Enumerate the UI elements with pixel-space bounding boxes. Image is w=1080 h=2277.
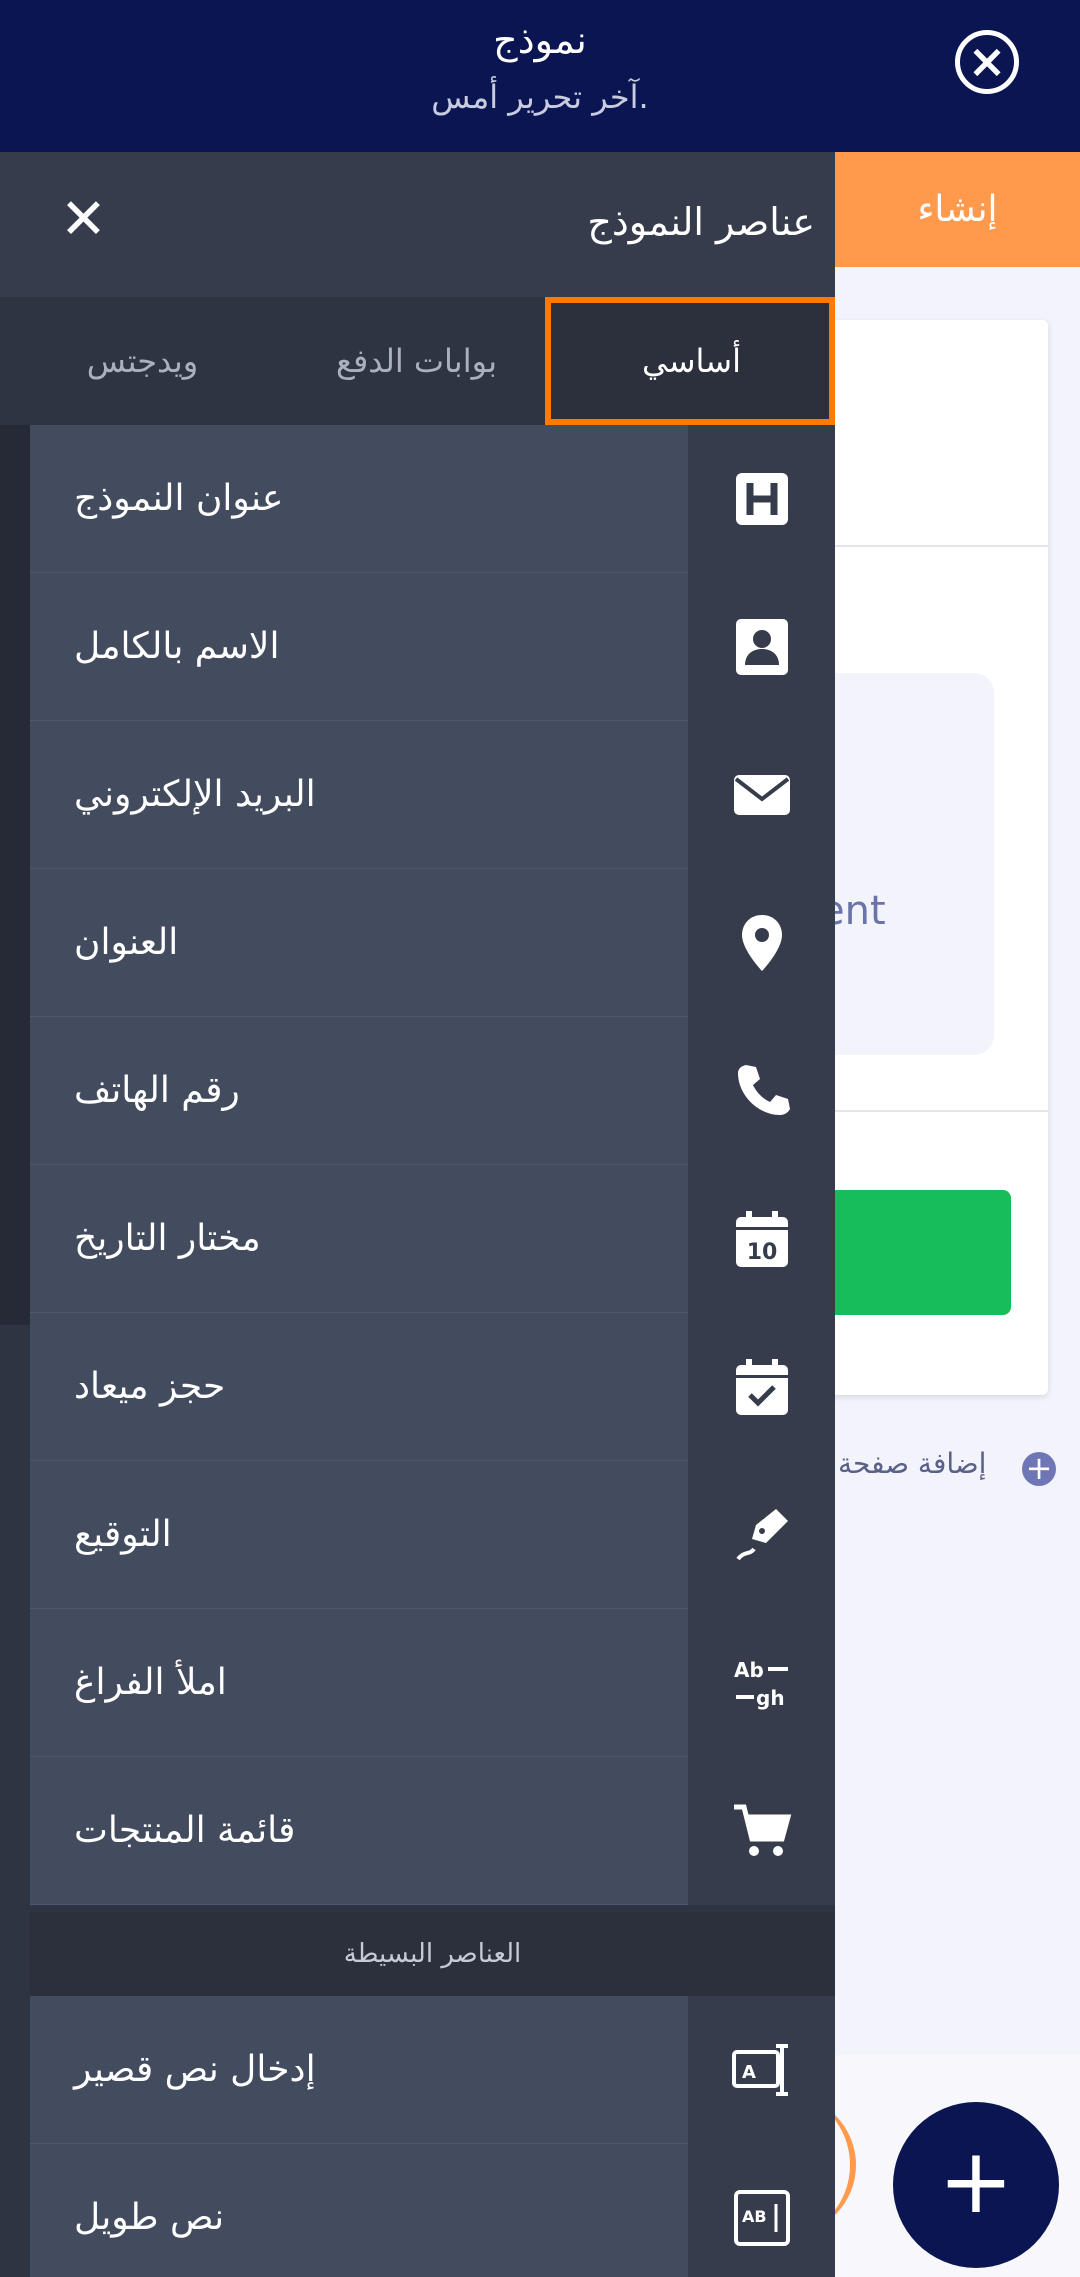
list-item-address[interactable]: العنوان (30, 869, 835, 1017)
list-item-fill-blank[interactable]: املأ الفراغ Ab gh (30, 1609, 835, 1757)
list-item-short-text[interactable]: إدخال نص قصير A (30, 1996, 835, 2144)
side-strip (0, 425, 30, 1325)
cart-icon (688, 1757, 835, 1905)
list-item-date-picker[interactable]: مختار التاريخ 10 (30, 1165, 835, 1313)
fill-blank-icon: Ab gh (688, 1609, 835, 1757)
item-label: املأ الفراغ (74, 1662, 227, 1703)
phone-icon (688, 1017, 835, 1165)
envelope-icon (688, 721, 835, 869)
item-label: البريد الإلكتروني (74, 774, 316, 815)
create-tab-label: إنشاء (917, 189, 998, 230)
item-label: مختار التاريخ (74, 1218, 261, 1259)
calendar-10-icon: 10 (688, 1165, 835, 1313)
section-header-simple-elements: العناصر البسيطة (30, 1912, 835, 1996)
list-item-email[interactable]: البريد الإلكتروني (30, 721, 835, 869)
signature-pen-icon (688, 1461, 835, 1609)
svg-text:A: A (742, 2062, 756, 2083)
short-text-icon: A (688, 1996, 835, 2144)
svg-text:gh: gh (756, 1686, 785, 1710)
item-label: حجز ميعاد (74, 1366, 226, 1407)
svg-text:10: 10 (747, 1240, 778, 1265)
list-item-signature[interactable]: التوقيع (30, 1461, 835, 1609)
list-item-product-list[interactable]: قائمة المنتجات (30, 1757, 835, 1905)
close-form-icon[interactable]: × (955, 30, 1019, 94)
long-text-icon: AB (688, 2144, 835, 2277)
add-element-fab[interactable]: + (893, 2102, 1059, 2268)
tab-payment-gateways[interactable]: بوابات الدفع (285, 297, 548, 425)
item-label: رقم الهاتف (74, 1070, 240, 1111)
item-label: نص طويل (74, 2197, 225, 2238)
close-icon[interactable]: ✕ (60, 192, 107, 248)
svg-text:Ab: Ab (734, 1658, 764, 1682)
item-label: عنوان النموذج (74, 478, 284, 519)
list-item-phone[interactable]: رقم الهاتف (30, 1017, 835, 1165)
item-label: قائمة المنتجات (74, 1810, 296, 1851)
drawer-header: عناصر النموذج ✕ (0, 152, 835, 297)
plus-circle-icon[interactable]: + (1022, 1452, 1056, 1486)
last-edited-text: آخر تحرير أمس. (431, 78, 649, 116)
item-label: إدخال نص قصير (74, 2049, 316, 2090)
calendar-check-icon (688, 1313, 835, 1461)
list-item-long-text[interactable]: نص طويل AB (30, 2144, 835, 2277)
drawer-title: عناصر النموذج (587, 200, 815, 244)
form-title: نموذج (493, 18, 587, 62)
add-page-link[interactable]: إضافة صفحة (838, 1447, 986, 1480)
location-pin-icon (688, 869, 835, 1017)
heading-icon (688, 425, 835, 573)
item-label: العنوان (74, 922, 179, 963)
svg-text:AB: AB (742, 2207, 767, 2226)
form-elements-drawer: عناصر النموذج ✕ ويدجتس بوابات الدفع أساس… (0, 152, 835, 2277)
item-label: الاسم بالكامل (74, 626, 280, 667)
tab-highlight-outline (545, 297, 835, 425)
tab-widgets[interactable]: ويدجتس (0, 297, 285, 425)
item-label: التوقيع (74, 1514, 172, 1555)
list-item-full-name[interactable]: الاسم بالكامل (30, 573, 835, 721)
person-icon (688, 573, 835, 721)
list-item-form-heading[interactable]: عنوان النموذج (30, 425, 835, 573)
list-item-appointment[interactable]: حجز ميعاد (30, 1313, 835, 1461)
